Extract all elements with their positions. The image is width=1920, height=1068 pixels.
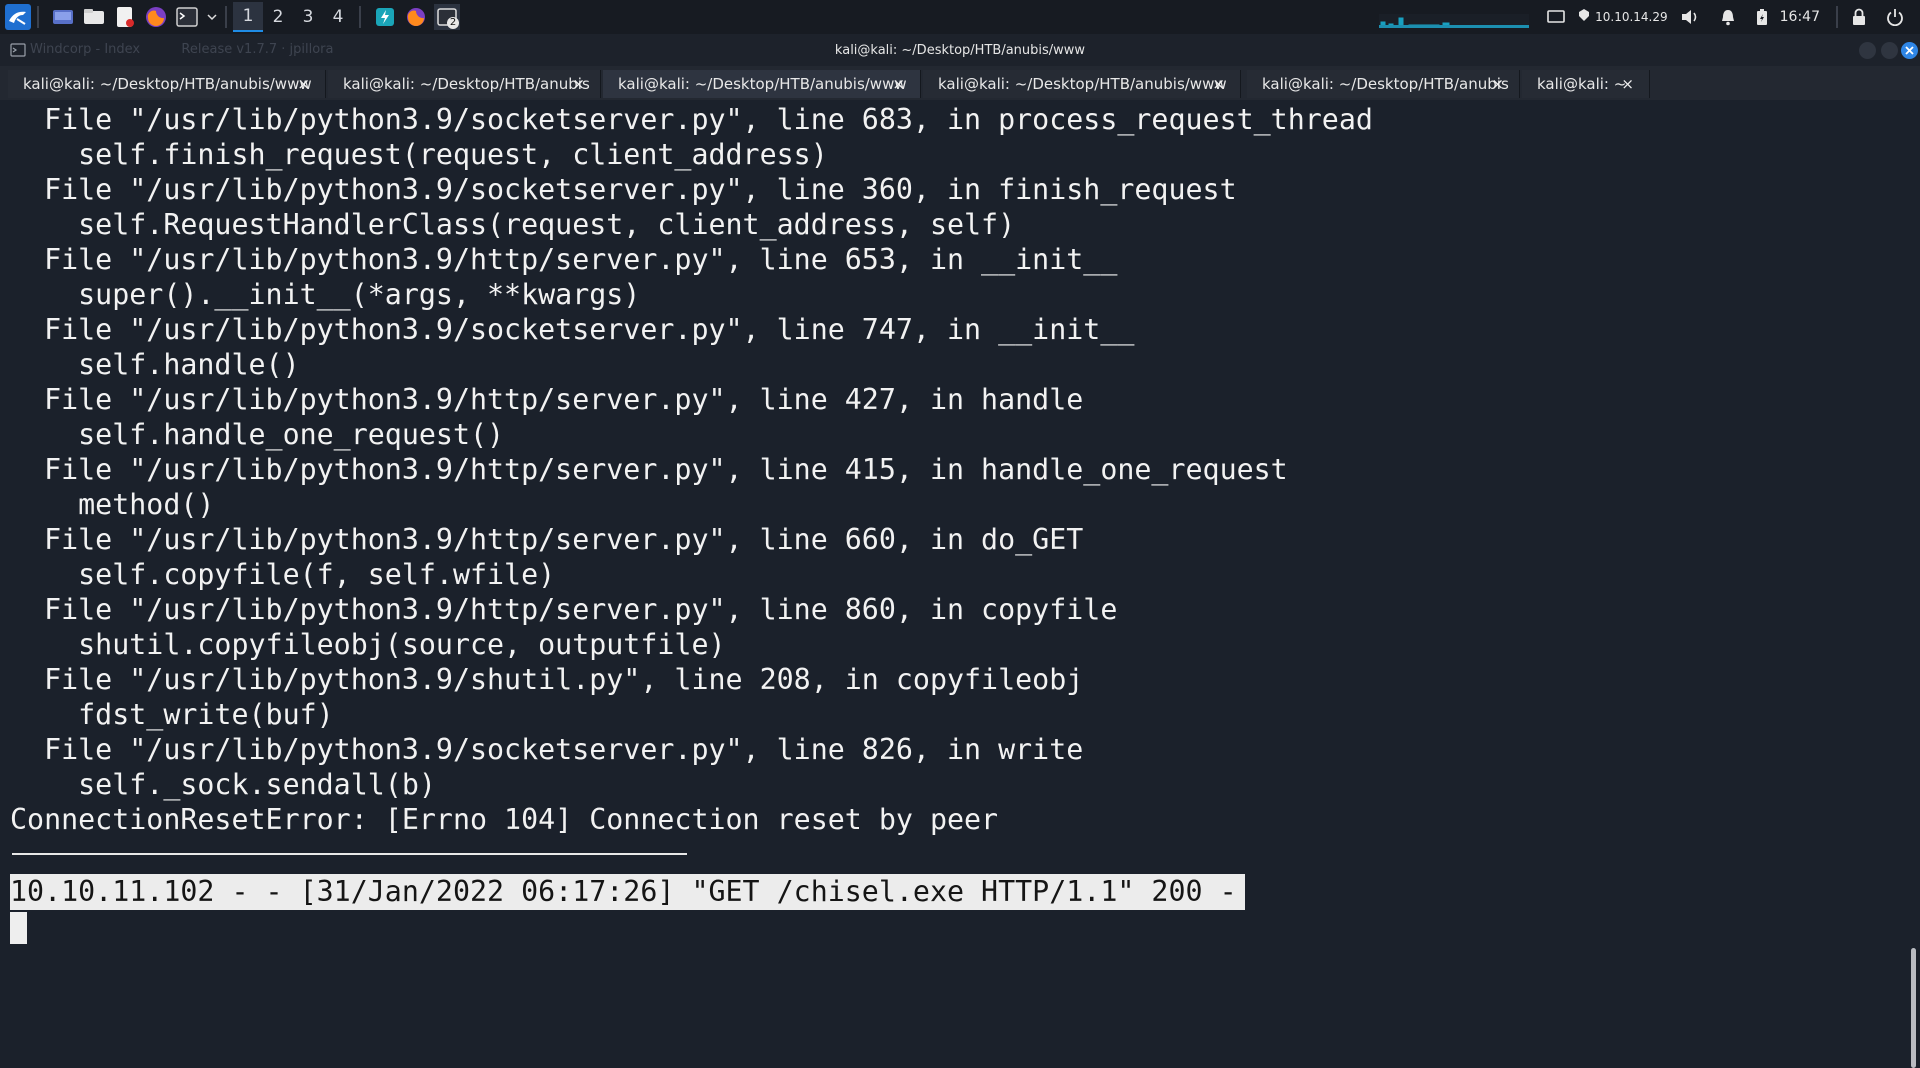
tab-label: kali@kali: ~ (1537, 75, 1627, 93)
terminal-line: super().__init__(*args, **kwargs) (10, 278, 641, 311)
terminal-line: File "/usr/lib/python3.9/shutil.py", lin… (10, 663, 1084, 696)
terminal-line: self.handle() (10, 348, 300, 381)
terminal-cursor (10, 912, 27, 944)
terminal-line: self.copyfile(f, self.wfile) (10, 558, 556, 591)
tab-terminal-6[interactable]: kali@kali: ~ × (1522, 70, 1650, 98)
tab-close-button[interactable]: × (1212, 75, 1225, 93)
tab-close-button[interactable]: × (297, 75, 310, 93)
power-icon[interactable] (1886, 8, 1904, 26)
terminal-error-line: ConnectionResetError: [Errno 104] Connec… (10, 803, 999, 836)
terminal-line: self._sock.sendall(b) (10, 768, 436, 801)
terminal-line: fdst_write(buf) (10, 698, 334, 731)
terminal-line: File "/usr/lib/python3.9/socketserver.py… (10, 733, 1084, 766)
selected-log-line[interactable]: 10.10.11.102 - - [31/Jan/2022 06:17:26] … (10, 874, 1245, 910)
close-icon (1905, 46, 1914, 55)
vpn-icon (1577, 8, 1591, 26)
terminal-output[interactable]: File "/usr/lib/python3.9/socketserver.py… (0, 100, 1904, 972)
tab-label: kali@kali: ~/Desktop/HTB/anubis/www (938, 75, 1227, 93)
terminal-line: File "/usr/lib/python3.9/http/server.py"… (10, 593, 1118, 626)
task-burp-icon[interactable] (372, 4, 398, 30)
file-manager-icon[interactable] (81, 4, 107, 30)
monitor-icon[interactable] (1547, 9, 1565, 25)
minimize-button[interactable] (1859, 42, 1876, 59)
cpu-graph (1379, 6, 1530, 28)
window-titlebar: Windcorp - Index Release v1.7.7 · jpillo… (0, 34, 1920, 66)
kali-menu-icon[interactable] (5, 4, 31, 30)
terminal-scrollbar[interactable] (1904, 100, 1920, 1068)
terminal-launcher-icon[interactable] (174, 4, 200, 30)
tab-close-button[interactable]: × (1621, 75, 1634, 93)
background-browser-tabs: Windcorp - Index Release v1.7.7 · jpillo… (30, 42, 334, 57)
panel-separator (225, 6, 227, 28)
terminal-line: File "/usr/lib/python3.9/http/server.py"… (10, 383, 1084, 416)
volume-icon[interactable] (1680, 8, 1700, 26)
workspace-3[interactable]: 3 (293, 2, 323, 32)
tab-close-button[interactable]: × (1491, 75, 1504, 93)
terminal-line: shutil.copyfileobj(source, outputfile) (10, 628, 726, 661)
panel-separator (359, 6, 361, 28)
terminal-line: File "/usr/lib/python3.9/http/server.py"… (10, 243, 1118, 276)
close-button[interactable] (1901, 42, 1918, 59)
tab-label: kali@kali: ~/Desktop/HTB/anubis/www (23, 75, 312, 93)
scrollbar-thumb[interactable] (1911, 948, 1916, 1068)
tab-terminal-3[interactable]: kali@kali: ~/Desktop/HTB/anubis/www × (603, 70, 921, 98)
workspace-1[interactable]: 1 (233, 2, 263, 32)
tab-terminal-4[interactable]: kali@kali: ~/Desktop/HTB/anubis/www × (923, 70, 1241, 98)
terminal-line: File "/usr/lib/python3.9/socketserver.py… (10, 103, 1373, 136)
tab-label: kali@kali: ~/Desktop/HTB/anubis/www (618, 75, 907, 93)
chevron-down-icon[interactable] (205, 4, 219, 30)
terminal-line: File "/usr/lib/python3.9/socketserver.py… (10, 313, 1135, 346)
task-firefox-icon[interactable] (403, 4, 429, 30)
terminal-line: method() (10, 488, 215, 521)
tab-close-button[interactable]: × (572, 75, 585, 93)
tab-terminal-1[interactable]: kali@kali: ~/Desktop/HTB/anubis/www × (8, 70, 326, 98)
terminal-line: self.RequestHandlerClass(request, client… (10, 208, 1016, 241)
workspace-2[interactable]: 2 (263, 2, 293, 32)
task-terminal-icon[interactable]: 2 (434, 4, 460, 30)
vpn-ip[interactable]: 10.10.14.29 (1577, 8, 1668, 26)
battery-icon[interactable] (1756, 8, 1768, 26)
tab-terminal-5[interactable]: kali@kali: ~/Desktop/HTB/anubis × (1247, 70, 1520, 98)
vpn-ip-text: 10.10.14.29 (1595, 10, 1668, 24)
terminal-tab-bar: kali@kali: ~/Desktop/HTB/anubis/www × ka… (0, 66, 1920, 101)
maximize-button[interactable] (1881, 42, 1898, 59)
terminal-line: File "/usr/lib/python3.9/http/server.py"… (10, 523, 1084, 556)
text-editor-icon[interactable] (112, 4, 138, 30)
tab-label: kali@kali: ~/Desktop/HTB/anubis (1262, 75, 1509, 93)
terminal-window-count: 2 (447, 17, 459, 29)
terminal-line: self.finish_request(request, client_addr… (10, 138, 828, 171)
show-desktop-icon[interactable] (50, 4, 76, 30)
terminal-lines: File "/usr/lib/python3.9/socketserver.py… (10, 102, 1373, 837)
notification-bell-icon[interactable] (1720, 8, 1736, 26)
window-terminal-icon (10, 42, 26, 61)
tab-close-button[interactable]: × (892, 75, 905, 93)
tab-terminal-2[interactable]: kali@kali: ~/Desktop/HTB/anubis × (328, 70, 601, 98)
firefox-icon[interactable] (143, 4, 169, 30)
output-divider (12, 853, 687, 855)
panel-separator (37, 6, 39, 28)
terminal-line: File "/usr/lib/python3.9/http/server.py"… (10, 453, 1288, 486)
panel-separator (1836, 6, 1838, 28)
clock[interactable]: 16:47 (1780, 9, 1820, 25)
lock-icon[interactable] (1852, 8, 1866, 26)
window-title: kali@kali: ~/Desktop/HTB/anubis/www (834, 42, 1086, 58)
tab-label: kali@kali: ~/Desktop/HTB/anubis (343, 75, 590, 93)
workspace-4[interactable]: 4 (323, 2, 353, 32)
terminal-line: File "/usr/lib/python3.9/socketserver.py… (10, 173, 1237, 206)
top-panel: 1 2 3 4 2 10.10.14.29 16:47 (0, 0, 1920, 34)
terminal-line: self.handle_one_request() (10, 418, 505, 451)
